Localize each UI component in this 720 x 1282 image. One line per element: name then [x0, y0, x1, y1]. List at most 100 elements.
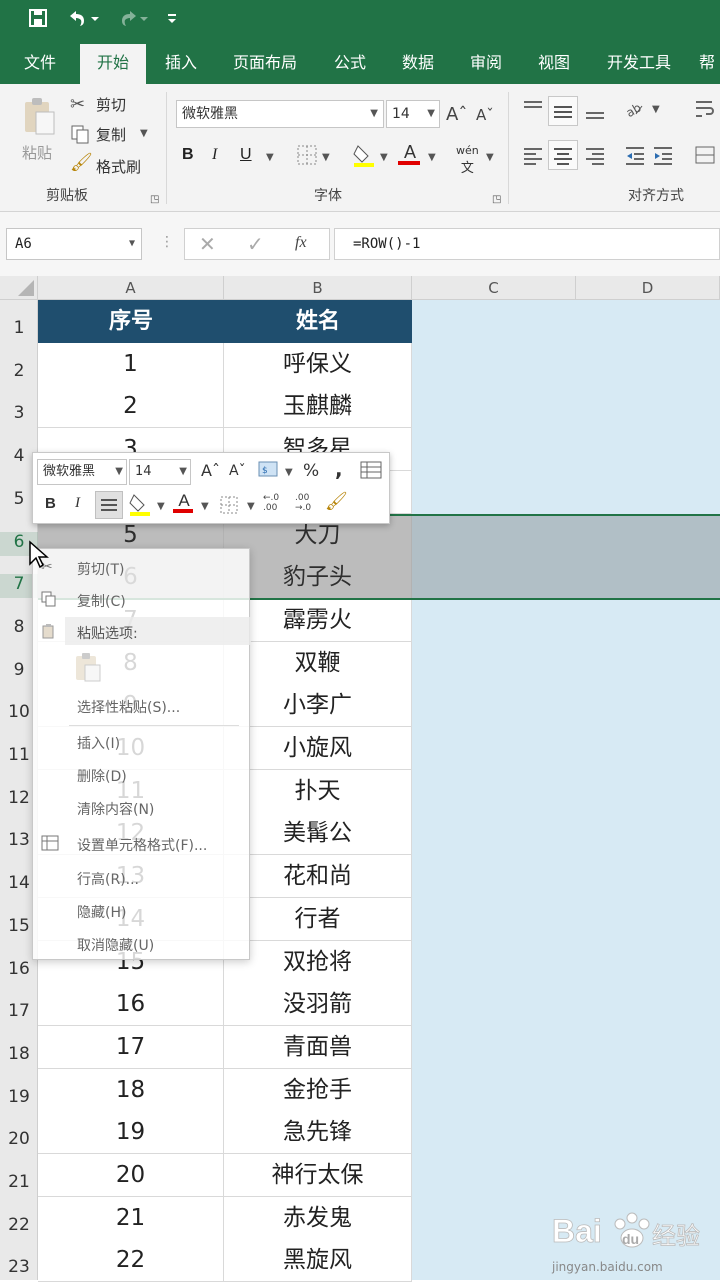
comma-button[interactable]: , [335, 457, 343, 481]
tab-page-layout[interactable]: 页面布局 [222, 44, 308, 84]
cell-serial[interactable]: 18 [38, 1068, 224, 1112]
decrease-font-icon[interactable]: Aˇ [229, 463, 246, 479]
row-header[interactable]: 22 [0, 1215, 38, 1239]
header-cell[interactable]: 序号 [38, 300, 224, 343]
column-header[interactable]: A [38, 276, 224, 300]
redo-icon[interactable] [116, 8, 150, 33]
mini-font-name[interactable]: 微软雅黑 ▼ [37, 459, 127, 485]
align-bottom-icon[interactable] [584, 98, 606, 124]
borders-icon[interactable] [296, 144, 318, 170]
cell-name[interactable]: 玉麒麟 [224, 385, 412, 429]
increase-font-icon[interactable]: Aˆ [446, 104, 467, 125]
menu-item-cut[interactable]: 剪切(T) [77, 559, 124, 579]
cell-name[interactable]: 呼保义 [224, 342, 412, 386]
clipboard-launcher-icon[interactable]: ◳ [150, 194, 159, 205]
font-color-icon[interactable]: A [398, 142, 422, 165]
mini-borders-icon[interactable] [219, 495, 239, 519]
wrap-text-icon[interactable] [694, 98, 716, 124]
cell-name[interactable]: 神行太保 [224, 1154, 412, 1197]
menu-item-row-height[interactable]: 行高(R)... [77, 869, 139, 889]
menu-item-insert[interactable]: 插入(I) [77, 733, 120, 753]
row-header[interactable]: 23 [0, 1257, 38, 1281]
align-center-icon[interactable] [548, 140, 578, 170]
font-size-combo[interactable]: 14 ▼ [386, 100, 440, 128]
cell-name[interactable]: 花和尚 [224, 855, 412, 899]
row-header[interactable]: 2 [0, 361, 38, 385]
chevron-down-icon[interactable]: ▼ [322, 152, 330, 163]
fill-color-icon[interactable] [352, 142, 376, 172]
paste-button[interactable]: 粘贴 [16, 94, 62, 162]
column-header[interactable]: D [576, 276, 720, 300]
mini-italic-button[interactable]: I [75, 495, 80, 512]
menu-item-copy[interactable]: 复制(C) [77, 591, 126, 611]
tab-file[interactable]: 文件 [8, 44, 72, 84]
menu-item-unhide[interactable]: 取消隐藏(U) [77, 935, 154, 955]
tab-insert[interactable]: 插入 [150, 44, 212, 84]
tab-home[interactable]: 开始 [80, 44, 146, 84]
cell-name[interactable]: 小李广 [224, 684, 412, 728]
bold-button[interactable]: B [182, 146, 194, 164]
row-header[interactable]: 19 [0, 1087, 38, 1111]
underline-button[interactable]: U [240, 146, 252, 164]
row-header[interactable]: 3 [0, 403, 38, 427]
format-table-icon[interactable] [359, 459, 383, 485]
chevron-down-icon[interactable]: ▼ [157, 501, 165, 512]
row-header[interactable]: 1 [0, 318, 38, 342]
cell-serial[interactable]: 21 [38, 1196, 224, 1240]
menu-item-clear-contents[interactable]: 清除内容(N) [77, 799, 154, 819]
chevron-down-icon[interactable]: ▼ [380, 152, 388, 163]
chevron-down-icon[interactable]: ▼ [201, 501, 209, 512]
increase-font-icon[interactable]: Aˆ [201, 461, 220, 480]
tab-review[interactable]: 审阅 [454, 44, 518, 84]
cell-name[interactable]: 扑天 [224, 769, 412, 813]
font-launcher-icon[interactable]: ◳ [492, 194, 501, 205]
align-middle-icon[interactable] [548, 96, 578, 126]
chevron-down-icon[interactable]: ▼ [247, 501, 255, 512]
orientation-icon[interactable]: ab [624, 98, 648, 124]
menu-item-format-cells[interactable]: 设置单元格格式(F)... [77, 835, 207, 855]
tab-formulas[interactable]: 公式 [318, 44, 382, 84]
cell-serial[interactable]: 22 [38, 1239, 224, 1282]
cell-name[interactable]: 赤发鬼 [224, 1196, 412, 1240]
chevron-down-icon[interactable]: ▼ [427, 101, 435, 127]
mini-bold-button[interactable]: B [45, 495, 56, 512]
cell-serial[interactable]: 2 [38, 385, 224, 429]
undo-icon[interactable] [66, 8, 100, 33]
chevron-down-icon[interactable]: ▼ [285, 467, 293, 478]
cell-name[interactable]: 青面兽 [224, 1025, 412, 1069]
cell-name[interactable]: 双抢将 [224, 940, 412, 984]
font-name-combo[interactable]: 微软雅黑 ▼ [176, 100, 384, 128]
cell-name[interactable]: 美髯公 [224, 812, 412, 856]
cell-name[interactable]: 金抢手 [224, 1068, 412, 1112]
enter-icon[interactable]: ✓ [247, 232, 264, 256]
cell-name[interactable]: 黑旋风 [224, 1239, 412, 1282]
cell-serial[interactable]: 16 [38, 983, 224, 1027]
decrease-font-icon[interactable]: Aˇ [476, 106, 494, 124]
cell-serial[interactable]: 19 [38, 1111, 224, 1155]
row-header[interactable]: 18 [0, 1044, 38, 1068]
mini-center-icon[interactable] [95, 491, 123, 519]
percent-button[interactable]: % [303, 461, 319, 481]
cell-name[interactable]: 小旋风 [224, 727, 412, 770]
number-format-icon[interactable]: $ [257, 459, 279, 485]
chevron-down-icon[interactable]: ▼ [652, 104, 660, 115]
merge-center-icon[interactable] [694, 144, 716, 170]
chevron-down-icon[interactable]: ▼ [179, 460, 187, 484]
cell-serial[interactable]: 20 [38, 1154, 224, 1197]
cancel-icon[interactable]: ✕ [199, 232, 216, 256]
cell-name[interactable]: 急先锋 [224, 1111, 412, 1155]
copy-dropdown-icon[interactable]: ▼ [140, 128, 148, 139]
increase-decimal-icon[interactable]: ←.0 .00 [263, 493, 279, 513]
paste-icon[interactable] [73, 651, 103, 687]
mini-font-color-icon[interactable]: A [173, 491, 195, 513]
tab-help[interactable]: 帮 [694, 44, 720, 84]
mini-font-size[interactable]: 14 ▼ [129, 459, 191, 485]
select-all-corner[interactable] [0, 276, 38, 300]
name-box[interactable]: A6 ▼ [6, 228, 142, 260]
column-header[interactable]: B [224, 276, 412, 300]
row-header[interactable]: 21 [0, 1172, 38, 1196]
decrease-decimal-icon[interactable]: .00 →.0 [295, 493, 311, 513]
chevron-down-icon[interactable]: ▼ [129, 229, 135, 259]
column-header[interactable]: C [412, 276, 576, 300]
phonetic-guide-icon[interactable]: wén 文 [456, 144, 479, 176]
